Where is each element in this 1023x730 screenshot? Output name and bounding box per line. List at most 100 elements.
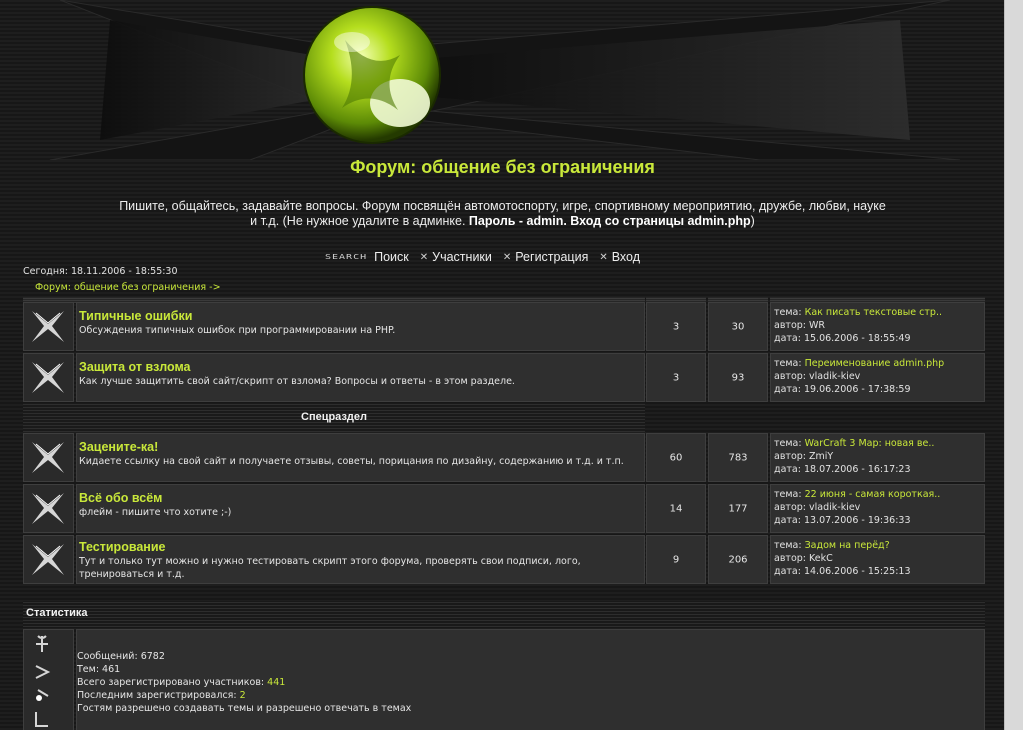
- forum-main-cell: Тестирование Тут и только тут можно и ну…: [76, 535, 645, 584]
- last-topic-label: тема:: [774, 358, 805, 369]
- topics-count-cell: 60: [646, 433, 706, 482]
- forum-row: Всё обо всём флейм - пишите что хотите ;…: [23, 484, 985, 533]
- forum-description: Тут и только тут можно и нужно тестирова…: [79, 556, 581, 580]
- posts-count-cell: 206: [708, 535, 768, 584]
- forum-icon-cell: [23, 535, 74, 584]
- last-topic-label: тема:: [774, 489, 805, 500]
- last-author: автор: vladik-kiev: [774, 502, 861, 513]
- forum-description: Как лучше защитить свой сайт/скрипт от в…: [79, 376, 515, 387]
- posts-count: 30: [731, 321, 745, 332]
- forum-row: Защита от взлома Как лучше защитить свой…: [23, 353, 985, 402]
- live-logo-cell: [23, 629, 74, 730]
- last-post-cell: тема: WarCraft 3 Map: новая ве.. автор: …: [770, 433, 985, 482]
- stats-registered-value: 441: [267, 677, 286, 688]
- last-topic-label: тема:: [774, 307, 805, 318]
- last-post-cell: тема: 22 июня - самая короткая.. автор: …: [770, 484, 985, 533]
- breadcrumb[interactable]: Форум: общение без ограничения ->: [35, 282, 221, 293]
- topics-count-cell: 3: [646, 353, 706, 402]
- forum-row: Типичные ошибки Обсуждения типичных ошиб…: [23, 302, 985, 351]
- last-author: автор: vladik-kiev: [774, 371, 861, 382]
- topics-count: 3: [672, 321, 680, 332]
- current-date: Сегодня: 18.11.2006 - 18:55:30: [23, 266, 178, 277]
- topics-count-cell: 9: [646, 535, 706, 584]
- forum-row: Зацените-ка! Кидаете ссылку на свой сайт…: [23, 433, 985, 482]
- stats-lines: Сообщений: 6782 Тем: 461 Всего зарегистр…: [77, 650, 411, 715]
- forum-main-cell: Защита от взлома Как лучше защитить свой…: [76, 353, 645, 402]
- forum-main-cell: Всё обо всём флейм - пишите что хотите ;…: [76, 484, 645, 533]
- last-post-cell: тема: Как писать текстовые стр.. автор: …: [770, 302, 985, 351]
- last-author: автор: WR: [774, 320, 826, 331]
- forum-main-cell: Зацените-ка! Кидаете ссылку на свой сайт…: [76, 433, 645, 482]
- forum-icon-cell: [23, 484, 74, 533]
- posts-count-cell: 30: [708, 302, 768, 351]
- last-topic-link[interactable]: Как писать текстовые стр..: [805, 307, 942, 318]
- x-logo-icon: [32, 442, 64, 473]
- x-logo-icon: [32, 311, 64, 342]
- x-bullet-icon: ✕: [419, 251, 429, 263]
- last-date: дата: 18.07.2006 - 16:17:23: [774, 464, 911, 475]
- last-date: дата: 19.06.2006 - 17:38:59: [774, 384, 911, 395]
- last-topic-link[interactable]: 22 июня - самая короткая..: [805, 489, 941, 500]
- x-logo-icon: [32, 544, 64, 575]
- page-scrollbar[interactable]: [1004, 0, 1023, 730]
- last-topic-label: тема:: [774, 438, 805, 449]
- forum-icon-cell: [23, 302, 74, 351]
- stats-title: Статистика: [26, 607, 88, 619]
- stats-registered-label: Всего зарегистрировано участников:: [77, 677, 268, 688]
- stats-guests: Гостям разрешено создавать темы и разреш…: [77, 703, 412, 714]
- stats-last-registered-link[interactable]: 2: [240, 690, 246, 701]
- topics-count-cell: 14: [646, 484, 706, 533]
- register-link[interactable]: Регистрация: [515, 250, 588, 264]
- x-bullet-icon: ✕: [599, 251, 608, 263]
- search-link[interactable]: Поиск: [374, 250, 409, 264]
- forum-row: Тестирование Тут и только тут можно и ну…: [23, 535, 985, 584]
- search-logo: SEARCH: [325, 253, 368, 261]
- topics-count: 14: [669, 503, 683, 514]
- forum-link[interactable]: Тестирование: [79, 540, 644, 554]
- topics-count: 60: [669, 452, 683, 463]
- posts-count-cell: 177: [708, 484, 768, 533]
- section-header: Спецраздел: [23, 403, 985, 432]
- topics-count-cell: 3: [646, 302, 706, 351]
- last-topic-link[interactable]: WarCraft 3 Map: новая ве..: [805, 438, 935, 449]
- last-topic-link[interactable]: Переименование admin.php: [805, 358, 945, 369]
- x-bullet-icon: ✕: [502, 251, 512, 263]
- forum-link[interactable]: Защита от взлома: [79, 360, 644, 374]
- posts-count-cell: 93: [708, 353, 768, 402]
- stats-body: Сообщений: 6782 Тем: 461 Всего зарегистр…: [23, 629, 985, 730]
- forum-link[interactable]: Всё обо всём: [79, 491, 644, 505]
- posts-count: 206: [728, 554, 748, 565]
- description-bold: Пароль - admin. Вход со страницы admin.p…: [468, 214, 751, 228]
- section-label: Спецраздел: [301, 411, 367, 423]
- posts-count-cell: 783: [708, 433, 768, 482]
- last-date: дата: 14.06.2006 - 15:25:13: [774, 566, 911, 577]
- members-link[interactable]: Участники: [432, 250, 492, 264]
- stats-last-registered: Последним зарегистрировался: 2: [77, 689, 411, 702]
- forum-main-cell: Типичные ошибки Обсуждения типичных ошиб…: [76, 302, 645, 351]
- posts-count: 783: [728, 452, 748, 463]
- x-logo-icon: [32, 362, 64, 393]
- top-navigation: SEARCH Поиск ✕ Участники ✕ Регистрация ✕…: [325, 248, 651, 266]
- stats-registered: Всего зарегистрировано участников: 441: [77, 676, 411, 689]
- last-topic-label: тема:: [774, 540, 805, 551]
- login-link[interactable]: Вход: [612, 250, 640, 264]
- last-topic-link[interactable]: Задом на перёд?: [805, 540, 890, 551]
- xbox-banner: [0, 0, 1005, 160]
- last-post-cell: тема: Задом на перёд? автор: KekC дата: …: [770, 535, 985, 584]
- live-logo-icon: [35, 635, 51, 727]
- forum-link[interactable]: Типичные ошибки: [79, 309, 644, 323]
- posts-count: 93: [731, 372, 745, 383]
- last-date: дата: 15.06.2006 - 18:55:49: [774, 333, 911, 344]
- stats-topics: Тем: 461: [77, 664, 121, 675]
- forum-description: флейм - пишите что хотите ;-): [79, 507, 232, 518]
- stats-text-cell: Сообщений: 6782 Тем: 461 Всего зарегистр…: [76, 629, 985, 730]
- forum-description: Обсуждения типичных ошибок при программи…: [79, 325, 396, 336]
- stats-last-registered-label: Последним зарегистрировался:: [77, 690, 240, 701]
- topics-count: 9: [672, 554, 680, 565]
- stats-posts: Сообщений: 6782: [77, 651, 165, 662]
- posts-count: 177: [728, 503, 748, 514]
- forum-link[interactable]: Зацените-ка!: [79, 440, 644, 454]
- forum-icon-cell: [23, 353, 74, 402]
- x-logo-icon: [32, 493, 64, 524]
- forum-page: Форум: общение без ограничения Пишите, о…: [0, 0, 1005, 730]
